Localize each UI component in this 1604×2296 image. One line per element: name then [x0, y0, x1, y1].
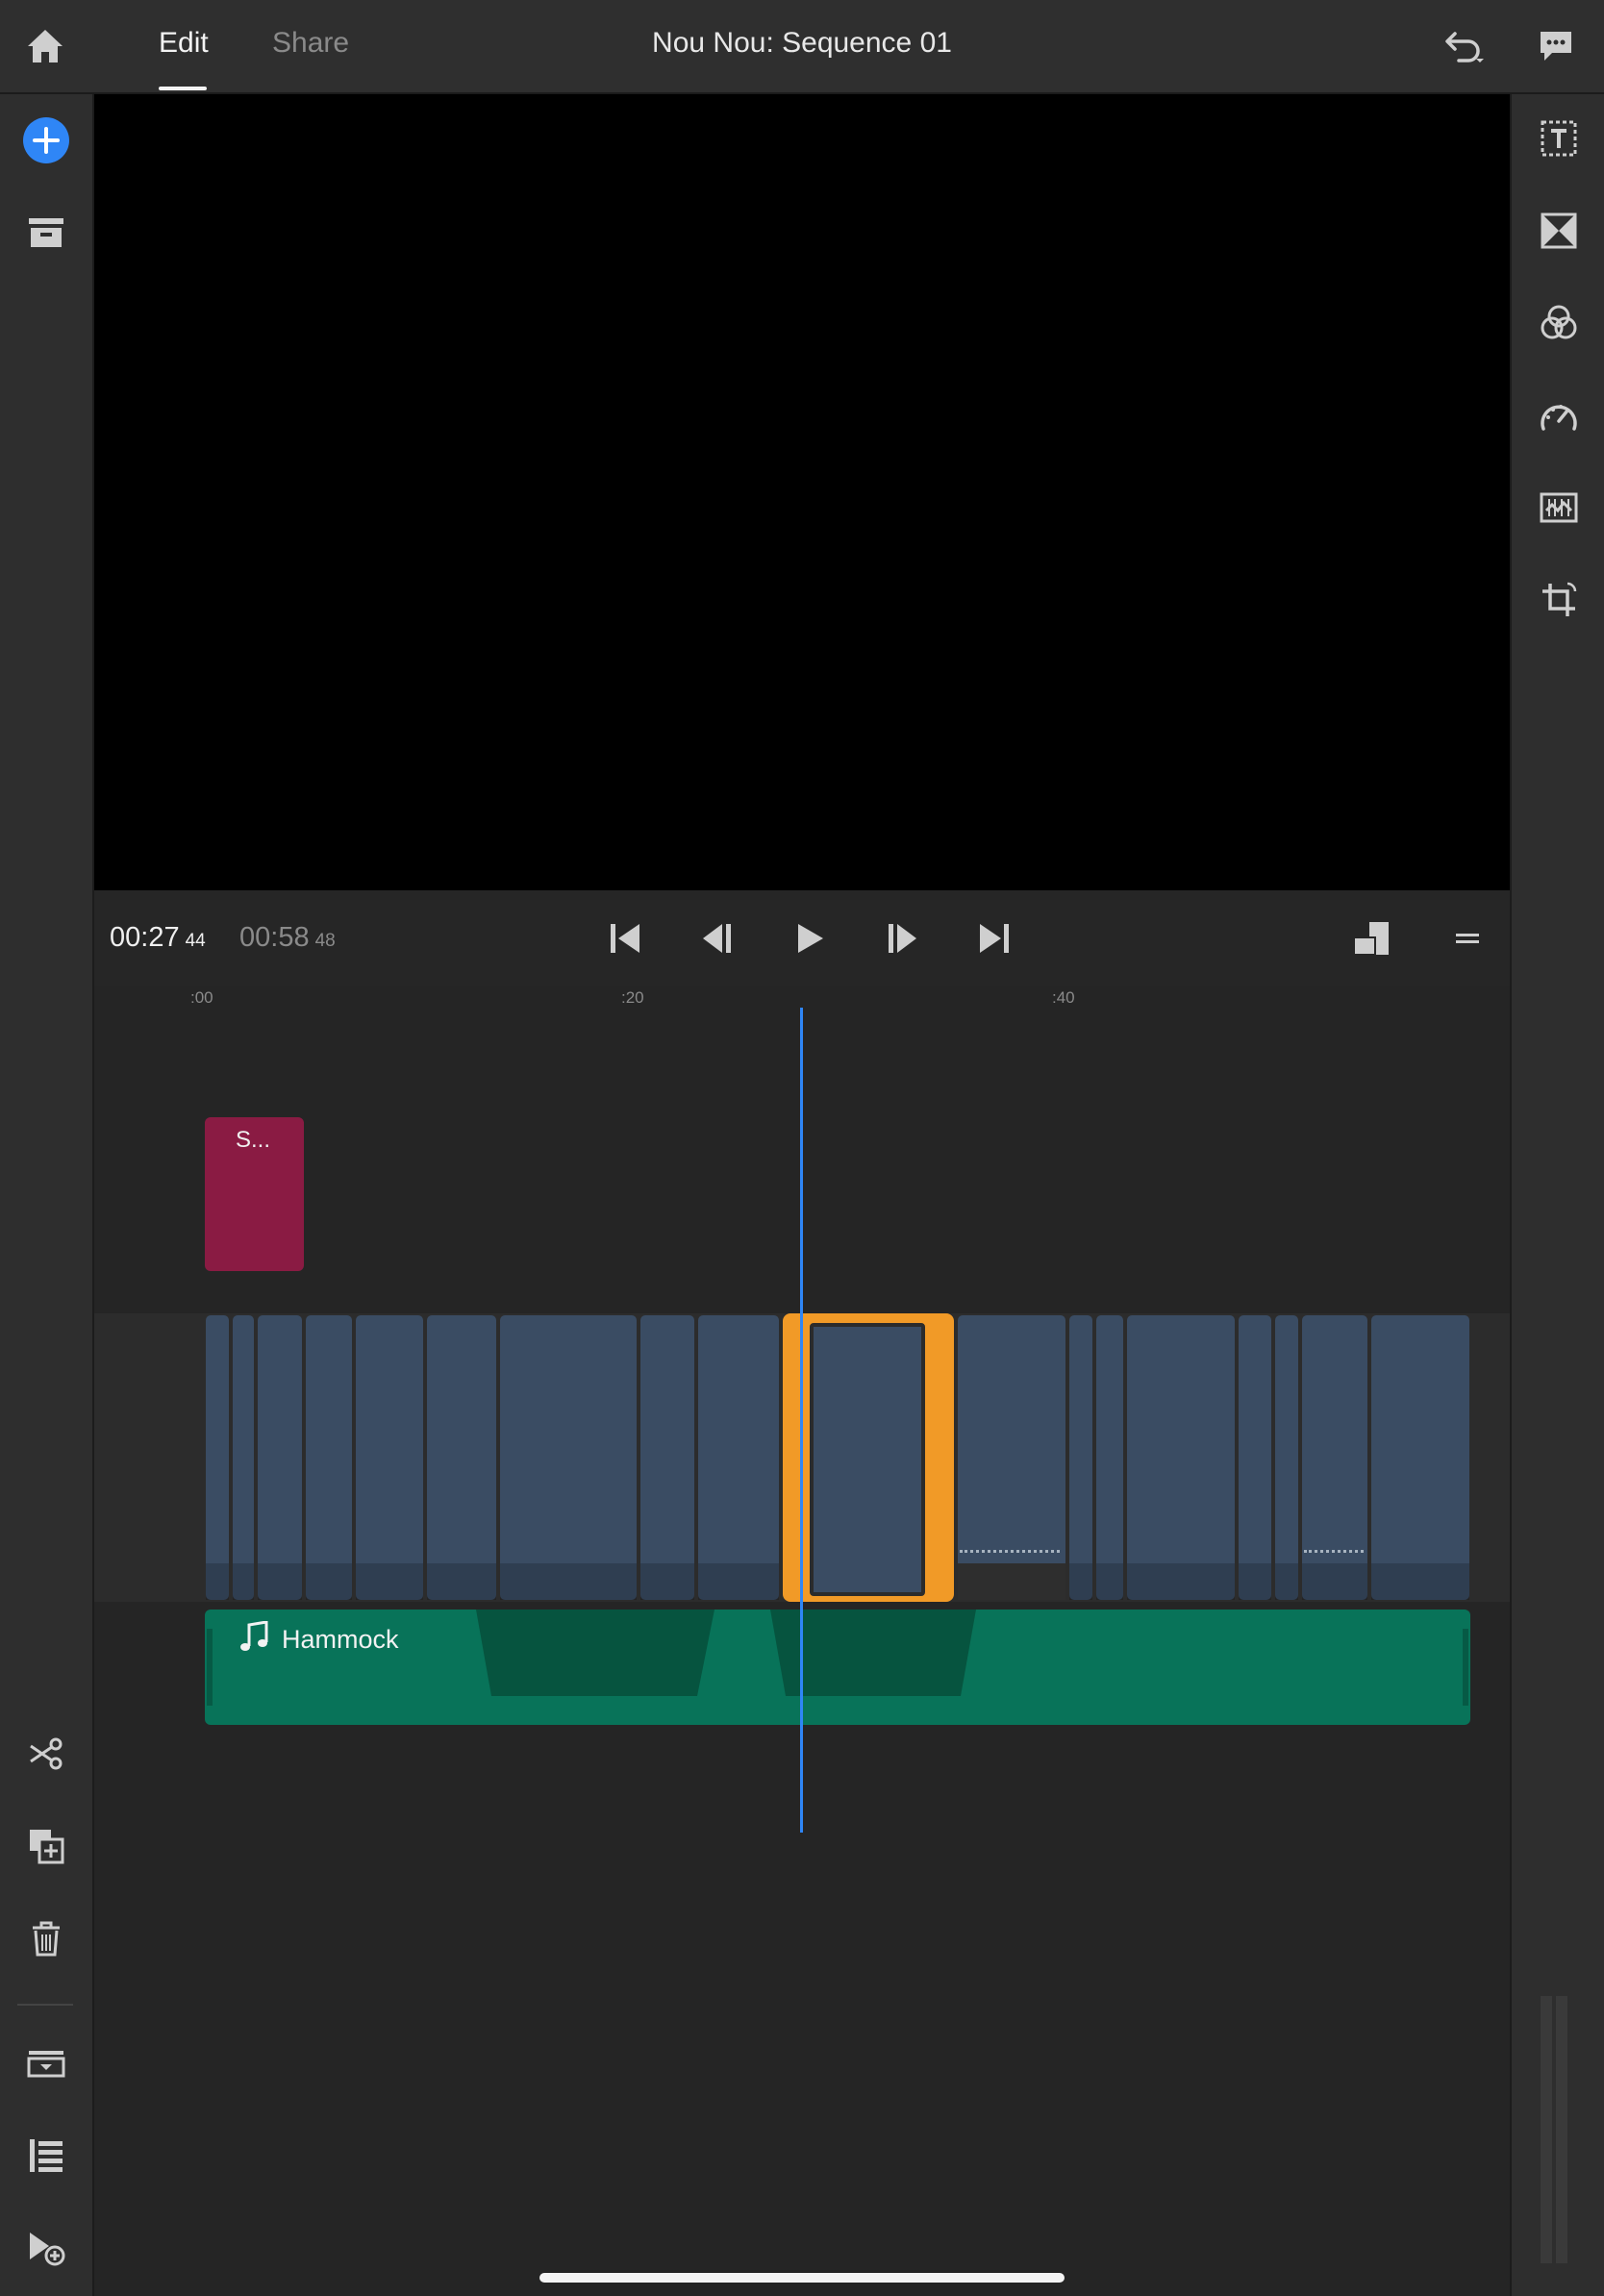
menu-icon[interactable]: [1442, 913, 1492, 963]
sequence-title: Nou Nou: Sequence 01: [652, 27, 952, 59]
audio-meter-left: [1541, 1996, 1552, 2263]
video-clip[interactable]: [1275, 1315, 1298, 1600]
video-clip[interactable]: [206, 1315, 229, 1600]
video-clip[interactable]: [640, 1315, 694, 1600]
video-preview[interactable]: [94, 94, 1510, 890]
track-height-icon[interactable]: [1346, 913, 1396, 963]
selected-video-clip[interactable]: [783, 1313, 954, 1602]
selected-clip-thumbnail: [810, 1323, 925, 1596]
music-note-icon: [240, 1621, 268, 1651]
speed-indicator: [960, 1550, 1060, 1562]
speed-icon[interactable]: [1532, 388, 1586, 442]
current-timecode: 00:27 44: [110, 922, 206, 954]
project-panel-icon[interactable]: [19, 206, 73, 260]
split-icon[interactable]: [19, 1727, 73, 1781]
go-to-start-icon[interactable]: [600, 913, 650, 963]
total-timecode: 00:58 48: [239, 922, 336, 954]
home-indicator[interactable]: [539, 2273, 1065, 2283]
left-toolbar: [0, 94, 94, 2296]
playhead[interactable]: [800, 1008, 803, 1833]
video-clip[interactable]: [698, 1315, 779, 1600]
ruler-tick: :20: [621, 988, 644, 1007]
video-clip[interactable]: [306, 1315, 352, 1600]
divider: [17, 2004, 73, 2006]
video-clip[interactable]: [1239, 1315, 1271, 1600]
audio-clip[interactable]: Hammock: [205, 1610, 1470, 1725]
current-time: 00:27: [110, 922, 180, 953]
ruler-tick: :00: [190, 988, 213, 1007]
feedback-icon[interactable]: [1531, 21, 1581, 71]
right-toolbar: [1510, 94, 1604, 2296]
video-clip[interactable]: [1069, 1315, 1092, 1600]
transform-crop-icon[interactable]: [1532, 573, 1586, 627]
video-clip[interactable]: [500, 1315, 637, 1600]
color-icon[interactable]: [1532, 296, 1586, 350]
play-icon[interactable]: [785, 913, 835, 963]
go-to-end-icon[interactable]: [969, 913, 1019, 963]
titles-icon[interactable]: [1532, 112, 1586, 165]
track-list-icon[interactable]: [19, 2129, 73, 2183]
video-clip[interactable]: [356, 1315, 423, 1600]
total-time: 00:58: [239, 922, 310, 953]
step-forward-icon[interactable]: [877, 913, 927, 963]
video-clip[interactable]: [1127, 1315, 1235, 1600]
ruler-tick: :40: [1052, 988, 1075, 1007]
video-clip[interactable]: [1096, 1315, 1123, 1600]
transport-bar: 00:27 44 00:58 48: [94, 890, 1510, 986]
video-clip[interactable]: [258, 1315, 302, 1600]
add-track-icon[interactable]: [19, 2221, 73, 2275]
title-clip-label: S...: [236, 1127, 271, 1153]
audio-clip-label: Hammock: [282, 1625, 399, 1654]
current-frame: 44: [185, 931, 206, 951]
audio-meter-right: [1556, 1996, 1567, 2263]
video-clip[interactable]: [1371, 1315, 1469, 1600]
undo-icon[interactable]: [1439, 21, 1489, 71]
step-back-icon[interactable]: [692, 913, 742, 963]
audio-icon[interactable]: [1532, 481, 1586, 535]
title-clip[interactable]: S...: [205, 1117, 304, 1271]
transitions-icon[interactable]: [1532, 204, 1586, 258]
speed-indicator: [1304, 1550, 1364, 1562]
active-tab-indicator: [159, 87, 207, 90]
delete-icon[interactable]: [19, 1911, 73, 1965]
track-panel-icon[interactable]: [19, 2036, 73, 2090]
duplicate-icon[interactable]: [19, 1819, 73, 1873]
video-clip[interactable]: [427, 1315, 496, 1600]
add-media-icon[interactable]: [19, 113, 73, 167]
top-bar: Edit Share Nou Nou: Sequence 01: [0, 0, 1604, 94]
total-frame: 48: [314, 931, 336, 951]
video-clip[interactable]: [233, 1315, 254, 1600]
